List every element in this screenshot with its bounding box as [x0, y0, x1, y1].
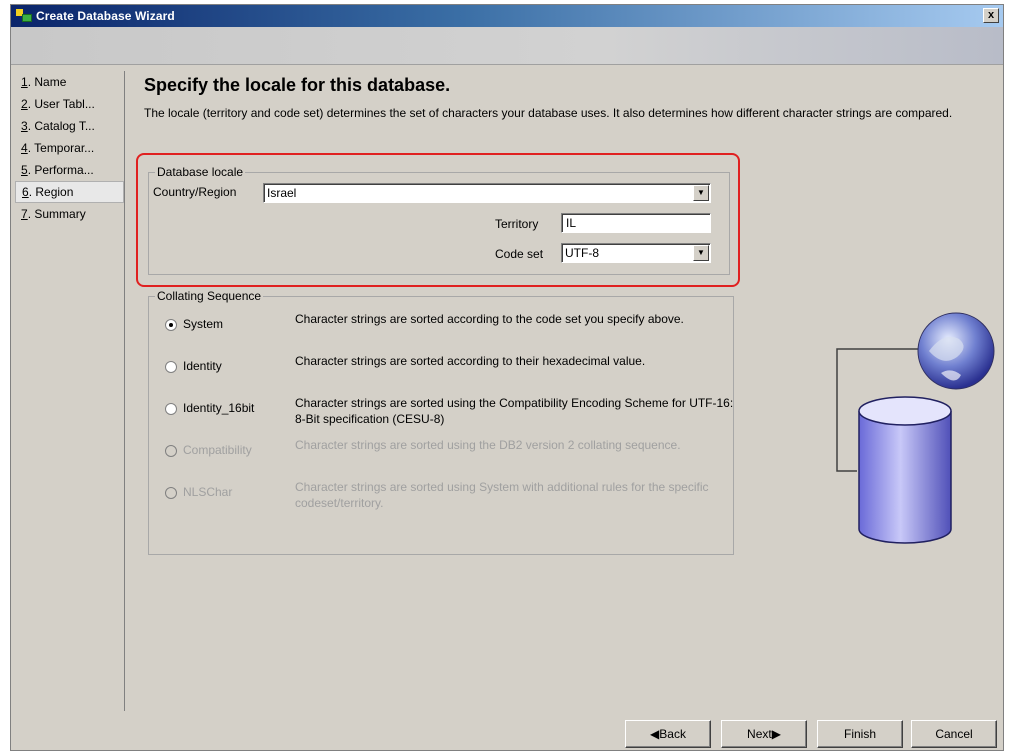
code-set-select[interactable]: UTF-8 ▼ — [561, 243, 711, 263]
step-label: . User Tabl... — [27, 97, 95, 111]
compatibility-description: Character strings are sorted using the D… — [295, 438, 681, 452]
sidebar-item-catalog[interactable]: 3. Catalog T... — [15, 115, 124, 137]
identity-16bit-radio[interactable] — [165, 403, 177, 415]
compatibility-radio — [165, 445, 177, 457]
compatibility-radio-label: Compatibility — [183, 443, 252, 457]
chevron-down-icon[interactable]: ▼ — [693, 245, 709, 261]
globe-database-icon — [829, 301, 999, 561]
wizard-window: Create Database Wizard x 1. Name 2. User… — [10, 4, 1004, 751]
collate-option-identity-16bit[interactable]: Identity_16bit Character strings are sor… — [165, 395, 735, 435]
step-label: . Performa... — [27, 163, 94, 177]
step-number: 4 — [21, 141, 28, 155]
collating-sequence-legend: Collating Sequence — [157, 289, 262, 303]
page-title: Specify the locale for this database. — [144, 75, 451, 95]
country-region-select[interactable]: Israel ▼ — [263, 183, 711, 203]
sidebar-item-region[interactable]: 6. Region — [15, 181, 124, 203]
wizard-steps-sidebar: 1. Name 2. User Tabl... 3. Catalog T... … — [15, 71, 125, 711]
identity-16bit-radio-label[interactable]: Identity_16bit — [183, 401, 254, 415]
sidebar-item-temporary[interactable]: 4. Temporar... — [15, 137, 124, 159]
country-region-label: Country/Region — [153, 185, 237, 199]
step-label: . Catalog T... — [27, 119, 95, 133]
collate-option-compatibility: Compatibility Character strings are sort… — [165, 437, 735, 477]
next-button[interactable]: Next▶ — [721, 720, 807, 748]
collating-sequence-group: Collating Sequence System Character stri… — [148, 289, 734, 555]
back-button[interactable]: ◀Back — [625, 720, 711, 748]
database-locale-group: Database locale Country/Region Israel ▼ … — [148, 165, 730, 275]
step-number: 6 — [22, 185, 29, 199]
system-radio-label[interactable]: System — [183, 317, 223, 331]
step-label: . Temporar... — [27, 141, 95, 155]
next-label: Next — [747, 727, 772, 741]
system-description: Character strings are sorted according t… — [295, 312, 684, 326]
nlschar-radio — [165, 487, 177, 499]
country-region-value: Israel — [267, 186, 297, 200]
code-set-label: Code set — [495, 247, 544, 261]
nlschar-description: Character strings are sorted using Syste… — [295, 480, 709, 510]
cancel-label: Cancel — [935, 727, 973, 741]
territory-field[interactable]: IL — [561, 213, 711, 233]
sidebar-item-performance[interactable]: 5. Performa... — [15, 159, 124, 181]
step-number: 7 — [21, 207, 28, 221]
database-locale-legend: Database locale — [157, 165, 244, 179]
button-bar: ◀Back Next▶ Finish Cancel — [11, 717, 1003, 750]
step-number: 3 — [21, 119, 28, 133]
page-description: The locale (territory and code set) dete… — [144, 106, 953, 120]
step-number: 2 — [21, 97, 28, 111]
step-number: 1 — [21, 75, 28, 89]
sidebar-item-name[interactable]: 1. Name — [15, 71, 124, 93]
sidebar-item-summary[interactable]: 7. Summary — [15, 203, 124, 225]
close-button[interactable]: x — [983, 8, 999, 23]
sidebar-item-user-tables[interactable]: 2. User Tabl... — [15, 93, 124, 115]
collate-option-system[interactable]: System Character strings are sorted acco… — [165, 311, 735, 351]
cancel-button[interactable]: Cancel — [911, 720, 997, 748]
back-label: Back — [659, 727, 686, 741]
collate-option-identity[interactable]: Identity Character strings are sorted ac… — [165, 353, 735, 393]
step-label: . Name — [27, 75, 67, 89]
triangle-left-icon: ◀ — [650, 727, 660, 741]
collate-option-nlschar: NLSChar Character strings are sorted usi… — [165, 479, 735, 519]
territory-label: Territory — [495, 217, 539, 231]
window-title: Create Database Wizard — [36, 9, 175, 23]
step-label: . Summary — [27, 207, 86, 221]
app-icon — [16, 9, 32, 23]
finish-label: Finish — [843, 727, 876, 741]
identity-description: Character strings are sorted according t… — [295, 354, 646, 368]
identity-radio[interactable] — [165, 361, 177, 373]
identity-radio-label[interactable]: Identity — [183, 359, 222, 373]
identity-16bit-description: Character strings are sorted using the C… — [295, 396, 734, 426]
nlschar-radio-label: NLSChar — [183, 485, 233, 499]
title-bar: Create Database Wizard x — [11, 5, 1003, 27]
main-content: Specify the locale for this database. Th… — [136, 71, 996, 711]
finish-button[interactable]: Finish — [817, 720, 903, 748]
code-set-value: UTF-8 — [565, 246, 599, 260]
triangle-right-icon: ▶ — [771, 727, 781, 741]
chevron-down-icon[interactable]: ▼ — [693, 185, 709, 201]
system-radio[interactable] — [165, 319, 177, 331]
step-number: 5 — [21, 163, 28, 177]
banner-bar — [11, 27, 1003, 65]
step-label: . Region — [28, 185, 74, 199]
